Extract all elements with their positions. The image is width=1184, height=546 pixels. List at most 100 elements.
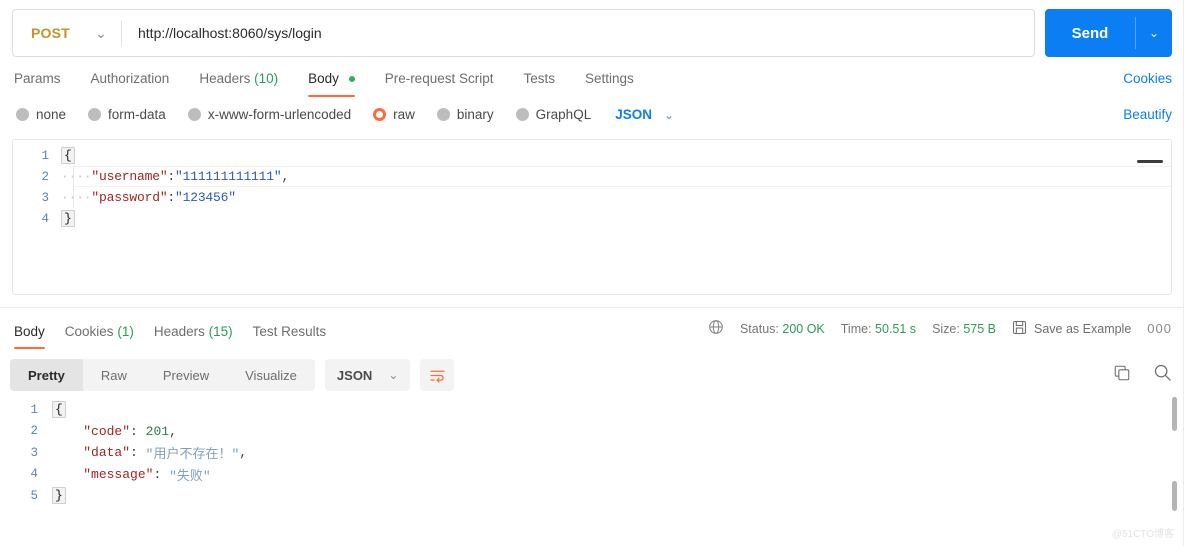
brace-open[interactable]: { [61,147,75,164]
view-mode-pretty[interactable]: Pretty [10,359,83,391]
line-number: 4 [41,211,49,226]
code-line: 4 } [13,208,1171,229]
response-tab-headers[interactable]: Headers (15) [154,324,233,349]
request-code-area[interactable]: 1 { 2 ···· "username" : "111111111111" ,… [13,140,1171,229]
line-number: 2 [41,169,49,184]
size-badge: Size: 575 B [932,322,996,336]
more-options-icon[interactable]: 000 [1147,321,1172,336]
radio-icon [436,108,450,121]
body-type-label: form-data [108,107,166,122]
body-type-x-www-form-urlencoded[interactable]: x-www-form-urlencoded [187,107,351,122]
save-as-example-label: Save as Example [1034,321,1132,336]
search-icon[interactable] [1153,363,1172,387]
line-number: 4 [30,467,38,482]
tab-pre-request-script[interactable]: Pre-request Script [385,71,494,97]
request-url-input[interactable] [122,10,1034,56]
line-number: 3 [41,190,49,205]
line-number: 3 [30,445,38,460]
request-url-bar: POST ⌄ Send ⌄ [0,0,1184,57]
json-value: 201 [145,423,170,439]
response-scrollbar-thumb-bottom[interactable] [1172,481,1177,511]
response-body-viewer[interactable]: 1 { 2 "code" : 201 , 3 "data" : "用户不存在！"… [0,393,1184,519]
body-type-label: GraphQL [535,107,592,122]
line-number: 5 [30,488,38,503]
globe-icon [708,319,724,338]
json-value: "失败" [169,468,211,484]
radio-icon [187,108,201,121]
tab-body[interactable]: Body [308,71,355,97]
tab-params[interactable]: Params [14,71,61,97]
time-value: 50.51 s [875,321,917,336]
save-disk-icon [1012,320,1027,338]
radio-icon [515,108,529,121]
line-number: 1 [41,148,49,163]
response-code-line: 5 } [0,485,1184,507]
code-line: 2 ···· "username" : "111111111111" , [13,166,1171,187]
radio-icon [88,108,102,121]
response-format-selector[interactable]: JSON ⌄ [324,359,411,391]
tab-label: Cookies [64,324,114,339]
copy-icon[interactable] [1113,364,1131,387]
request-body-editor[interactable]: 1 { 2 ···· "username" : "111111111111" ,… [12,139,1172,295]
tab-tests[interactable]: Tests [523,71,555,97]
response-format-label: JSON [336,367,373,383]
body-type-raw[interactable]: raw [373,107,415,122]
code-line: 3 ···· "password" : "123456" [13,187,1171,208]
body-type-label: raw [393,107,415,122]
response-scrollbar-thumb-top[interactable] [1172,397,1177,431]
view-mode-raw[interactable]: Raw [83,359,145,391]
beautify-link[interactable]: Beautify [1123,107,1172,122]
body-type-options: none form-data x-www-form-urlencoded raw… [0,93,1184,127]
response-status-bar: Body Cookies (1) Headers (15) Test Resul… [0,307,1184,349]
body-type-graphql[interactable]: GraphQL [515,107,592,122]
size-value: 575 B [963,321,997,336]
body-type-form-data[interactable]: form-data [88,107,166,122]
http-method-selector[interactable]: POST ⌄ [13,10,121,56]
tab-label: Settings [585,71,634,86]
body-type-label: none [36,107,67,122]
cookies-link[interactable]: Cookies [1123,71,1172,97]
chevron-down-icon: ⌄ [663,107,675,122]
wrap-lines-button[interactable] [420,359,455,391]
response-tab-cookies[interactable]: Cookies (1) [65,324,134,349]
raw-format-selector[interactable]: JSON ⌄ [615,107,674,122]
view-mode-preview[interactable]: Preview [145,359,227,391]
send-options-chevron-down-icon[interactable]: ⌄ [1136,9,1172,57]
save-as-example-button[interactable]: Save as Example [1012,320,1131,338]
tab-label: Body [308,71,339,86]
json-comma: , [169,423,177,439]
brace-open[interactable]: { [52,401,66,419]
tab-settings[interactable]: Settings [585,71,634,97]
tab-label: Authorization [90,71,170,86]
tab-headers[interactable]: Headers (10) [199,71,278,97]
brace-close[interactable]: } [52,487,66,505]
editor-horizontal-scrollbar[interactable] [1137,160,1163,163]
send-button[interactable]: Send [1045,9,1135,57]
time-label: Time: [840,321,872,336]
json-value: "用户不存在！" [145,447,240,463]
response-tab-test-results[interactable]: Test Results [253,324,327,349]
tab-count: (10) [254,71,279,86]
tab-label: Pre-request Script [384,71,494,86]
line-number: 1 [30,402,38,417]
chevron-down-icon: ⌄ [388,368,399,382]
http-method-label: POST [31,25,70,41]
tab-authorization[interactable]: Authorization [91,71,170,97]
tab-label: Test Results [252,324,327,339]
body-modified-dot-icon [348,76,355,83]
response-meta: Status: 200 OK Time: 50.51 s Size: 575 B… [708,319,1172,338]
radio-icon [16,108,29,121]
response-tab-body[interactable]: Body [14,324,45,349]
body-type-binary[interactable]: binary [436,107,494,122]
view-mode-visualize[interactable]: Visualize [227,359,315,391]
response-code-line: 1 { [0,399,1184,421]
line-number: 2 [30,424,38,439]
body-type-none[interactable]: none [16,107,66,122]
tab-count: (15) [208,324,233,339]
json-colon: : [130,423,138,439]
brace-close[interactable]: } [61,210,75,227]
json-key: "password" [91,190,168,205]
